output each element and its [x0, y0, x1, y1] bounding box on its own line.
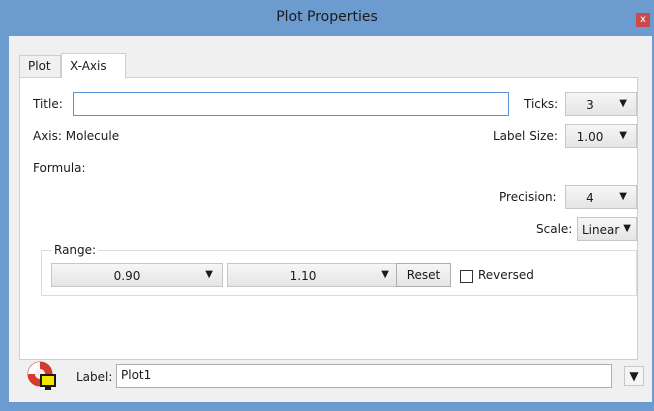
- formula-label: Formula:: [33, 161, 86, 175]
- scale-value: Linear: [582, 223, 620, 237]
- precision-value: 4: [586, 191, 594, 205]
- reversed-label: Reversed: [478, 268, 534, 282]
- range-min-value: 0.90: [113, 269, 141, 283]
- tab-x-axis[interactable]: X-Axis: [61, 53, 126, 78]
- chevron-down-icon: ▼: [629, 369, 639, 383]
- title-input[interactable]: [73, 92, 509, 116]
- chevron-down-icon: ▼: [381, 269, 389, 280]
- scale-label: Scale:: [536, 222, 573, 236]
- ticks-select[interactable]: 3 ▼: [565, 92, 637, 116]
- precision-select[interactable]: 4 ▼: [565, 185, 637, 209]
- axis-text: Axis: Molecule: [33, 129, 120, 143]
- ticks-label: Ticks:: [524, 97, 559, 111]
- plot-properties-window: Plot Properties x Plot X-Axis Title: Tic…: [0, 0, 654, 411]
- lifebuoy-icon: [27, 361, 56, 390]
- scale-select[interactable]: Linear ▼: [577, 217, 637, 241]
- close-button[interactable]: x: [636, 13, 650, 27]
- dialog-client: Plot X-Axis Title: Ticks: 3 ▼ Axis: Mole…: [9, 36, 652, 402]
- label-dropdown-button[interactable]: ▼: [624, 366, 644, 386]
- reset-button[interactable]: Reset: [396, 263, 451, 287]
- chevron-down-icon: ▼: [619, 98, 627, 109]
- label-size-value: 1.00: [576, 130, 604, 144]
- chevron-down-icon: ▼: [619, 191, 627, 202]
- label-size-select[interactable]: 1.00 ▼: [565, 124, 637, 148]
- window-title: Plot Properties: [276, 9, 378, 25]
- range-label: Range:: [52, 243, 99, 257]
- precision-label: Precision:: [499, 190, 557, 204]
- title-label: Title:: [33, 97, 63, 111]
- x-axis-panel: Title: Ticks: 3 ▼ Axis: Molecule Label S…: [19, 77, 638, 360]
- ticks-value: 3: [586, 98, 594, 112]
- label-size-label: Label Size:: [493, 129, 558, 143]
- label-input[interactable]: Plot1: [116, 364, 612, 388]
- tab-plot[interactable]: Plot: [19, 55, 61, 77]
- chevron-down-icon: ▼: [623, 223, 631, 234]
- range-min-select[interactable]: 0.90 ▼: [51, 263, 223, 287]
- label-label: Label:: [76, 370, 113, 384]
- chevron-down-icon: ▼: [205, 269, 213, 280]
- range-max-select[interactable]: 1.10 ▼: [227, 263, 399, 287]
- chevron-down-icon: ▼: [619, 130, 627, 141]
- reversed-checkbox[interactable]: [460, 270, 473, 283]
- range-max-value: 1.10: [289, 269, 317, 283]
- title-bar[interactable]: Plot Properties x: [0, 0, 654, 36]
